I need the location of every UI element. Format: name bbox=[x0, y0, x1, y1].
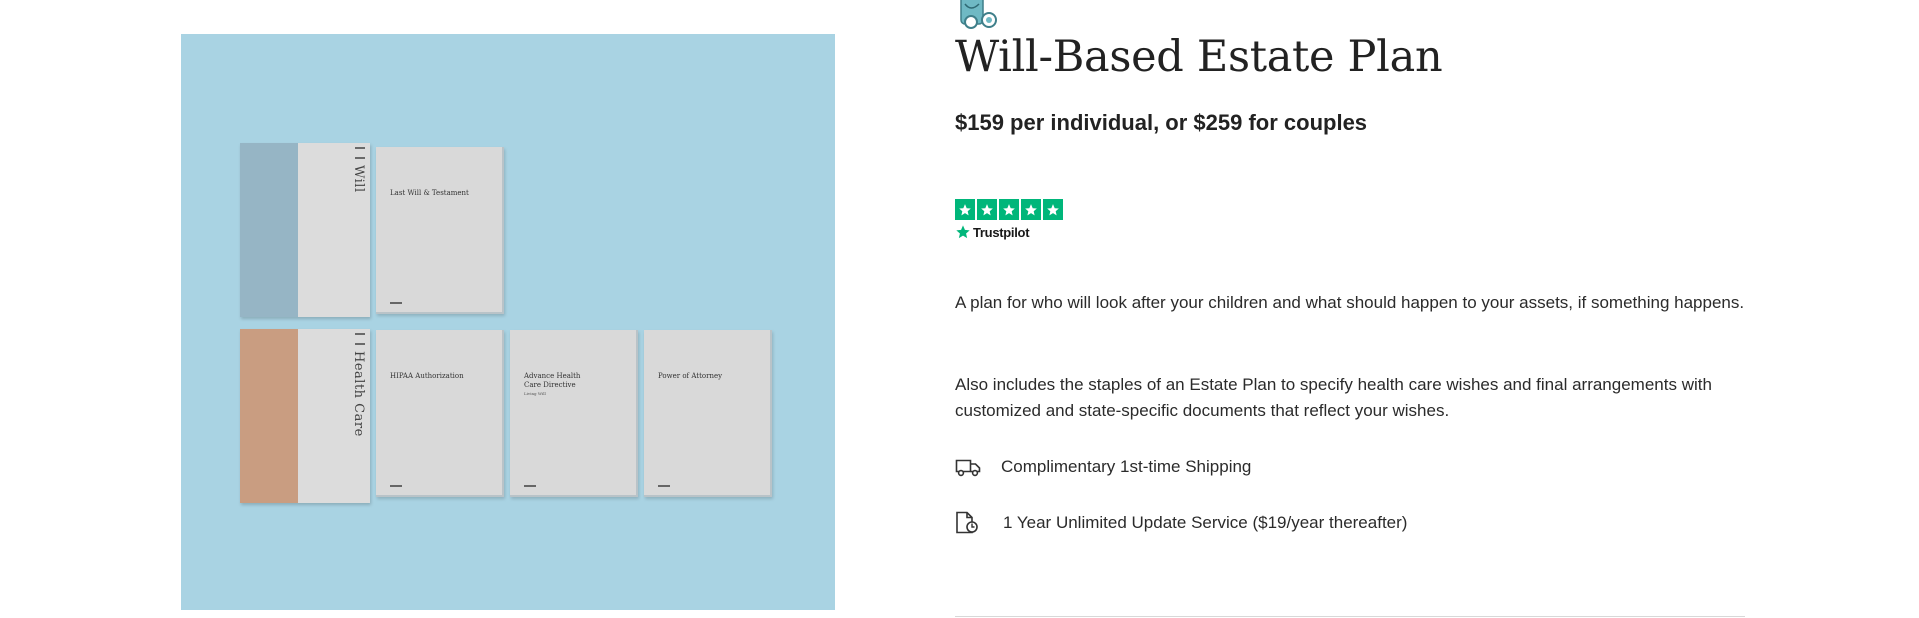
document-footer-mark bbox=[524, 485, 536, 487]
star-icon bbox=[955, 199, 975, 220]
document-power-of-attorney: Power of Attorney bbox=[644, 330, 772, 497]
price-text: $159 per individual, or $259 for couples bbox=[955, 110, 1368, 135]
document-footer-mark bbox=[390, 302, 402, 304]
health-care-binder: Health Care bbox=[240, 329, 370, 503]
document-refresh-icon bbox=[955, 511, 981, 535]
section-divider bbox=[955, 616, 1745, 617]
document-hipaa: HIPAA Authorization bbox=[376, 330, 504, 497]
binder-spine-title: Health Care bbox=[351, 351, 366, 437]
document-title: HIPAA Authorization bbox=[390, 372, 464, 380]
binder-spine: Health Care bbox=[298, 329, 370, 503]
feature-update-service: 1 Year Unlimited Update Service ($19/yea… bbox=[955, 511, 1407, 535]
feature-label: Complimentary 1st-time Shipping bbox=[1001, 457, 1252, 476]
trustpilot-rating[interactable]: Trustpilot bbox=[955, 199, 1063, 240]
star-icon bbox=[977, 199, 997, 220]
star-icon bbox=[1021, 199, 1041, 220]
brand-logo-icon bbox=[955, 0, 1007, 30]
star-rating bbox=[955, 199, 1063, 220]
trustpilot-wordmark: Trustpilot bbox=[973, 224, 1030, 240]
binder-spine-title: Will bbox=[351, 165, 366, 193]
document-subtitle: Living Will bbox=[524, 391, 546, 396]
truck-icon bbox=[955, 455, 981, 479]
feature-shipping: Complimentary 1st-time Shipping bbox=[955, 455, 1251, 479]
binder-logo-icon bbox=[355, 333, 365, 345]
binder-tab bbox=[240, 329, 298, 503]
document-footer-mark bbox=[658, 485, 670, 487]
product-description-extra: Also includes the staples of an Estate P… bbox=[955, 375, 1712, 420]
binder-spine: Will bbox=[298, 143, 370, 317]
document-title: Advance Health Care Directive bbox=[524, 372, 581, 389]
document-title: Power of Attorney bbox=[658, 372, 723, 380]
page-title: Will-Based Estate Plan bbox=[955, 32, 1443, 82]
feature-label: 1 Year Unlimited Update Service ($19/yea… bbox=[1003, 513, 1408, 532]
document-will: Last Will & Testament bbox=[376, 147, 504, 314]
trustpilot-star-icon bbox=[956, 225, 970, 239]
star-icon bbox=[999, 199, 1019, 220]
binder-logo-icon bbox=[355, 147, 365, 159]
product-details: Will-Based Estate Plan $159 per individu… bbox=[955, 0, 1751, 618]
document-title: Last Will & Testament bbox=[390, 189, 469, 197]
document-footer-mark bbox=[390, 485, 402, 487]
will-binder: Will bbox=[240, 143, 370, 317]
document-advance-health-care-directive: Advance Health Care Directive Living Wil… bbox=[510, 330, 638, 497]
product-description: A plan for who will look after your chil… bbox=[955, 293, 1745, 312]
trustpilot-logo: Trustpilot bbox=[955, 224, 1063, 240]
star-icon bbox=[1043, 199, 1063, 220]
product-image: Will Last Will & Testament Health Care H… bbox=[181, 34, 835, 610]
binder-tab bbox=[240, 143, 298, 317]
